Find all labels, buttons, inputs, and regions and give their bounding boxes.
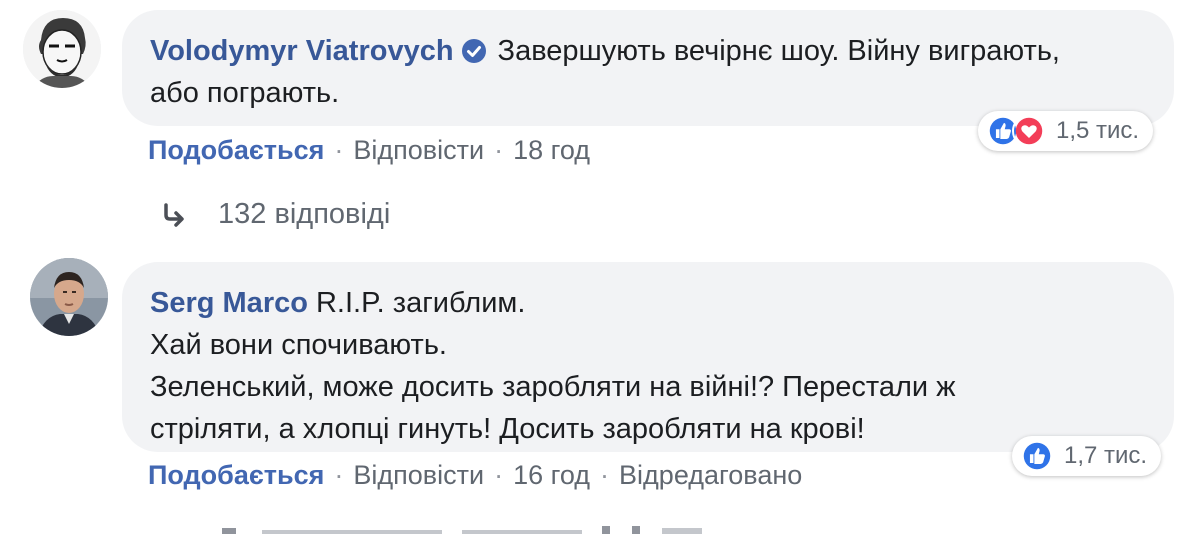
cut-off-text-shape xyxy=(222,526,702,534)
avatar-sketch-image xyxy=(23,10,101,88)
love-icon xyxy=(1012,114,1046,148)
like-action[interactable]: Подобається xyxy=(148,460,324,490)
reaction-count: 1,5 тис. xyxy=(1056,117,1140,144)
reply-action[interactable]: Відповісти xyxy=(353,135,484,165)
comment-timestamp[interactable]: 18 год xyxy=(513,135,590,165)
reactions-summary-2[interactable]: 1,7 тис. xyxy=(1012,436,1162,476)
comment-bubble-2: Serg Marco R.I.P. загиблим. Хай вони споч… xyxy=(122,262,1174,452)
separator-dot: · xyxy=(334,135,344,165)
comment-timestamp[interactable]: 16 год xyxy=(513,460,590,490)
separator-dot: · xyxy=(494,135,504,165)
comment-actions-1: Подобається · Відповісти · 18 год xyxy=(148,135,590,166)
avatar-viatrovych[interactable] xyxy=(23,10,101,88)
view-replies-link[interactable]: 132 відповіді xyxy=(160,198,390,231)
edited-label[interactable]: Відредаговано xyxy=(619,460,802,490)
comment-author[interactable]: Volodymyr Viatrovych xyxy=(150,35,454,67)
reaction-count: 1,7 тис. xyxy=(1064,442,1148,469)
comment-author[interactable]: Serg Marco xyxy=(150,287,308,319)
separator-dot: · xyxy=(494,460,504,490)
verified-badge-icon xyxy=(461,39,486,63)
comment-bubble-1: Volodymyr Viatrovych Завершують вечірнє ш… xyxy=(122,10,1174,126)
separator-dot: · xyxy=(334,460,344,490)
reactions-summary-1[interactable]: 1,5 тис. xyxy=(978,111,1154,151)
replies-count-label: 132 відповіді xyxy=(218,198,391,230)
comment-text-line: стріляти, а хлопці гинуть! Досить заробл… xyxy=(150,413,865,445)
comment-text-line: Зеленський, може досить заробляти на вій… xyxy=(150,371,956,403)
comment-text-line: або пограють. xyxy=(150,77,340,109)
like-icon xyxy=(1020,439,1054,473)
comment-actions-2: Подобається · Відповісти · 16 год · Відредагов… xyxy=(148,460,802,491)
separator-dot: · xyxy=(600,460,610,490)
cut-off-next-line xyxy=(222,520,722,534)
reply-action[interactable]: Відповісти xyxy=(353,460,484,490)
comment-text-line: R.I.P. загиблим. xyxy=(315,287,526,319)
reply-arrow-icon xyxy=(164,202,184,227)
like-action[interactable]: Подобається xyxy=(148,135,324,165)
avatar-serg-marco[interactable] xyxy=(30,258,108,336)
avatar-photo-image xyxy=(30,258,108,336)
comment-text-line: Завершують вечірнє шоу. Війну виграють, xyxy=(497,35,1060,67)
comment-text-line: Хай вони спочивають. xyxy=(150,329,447,361)
